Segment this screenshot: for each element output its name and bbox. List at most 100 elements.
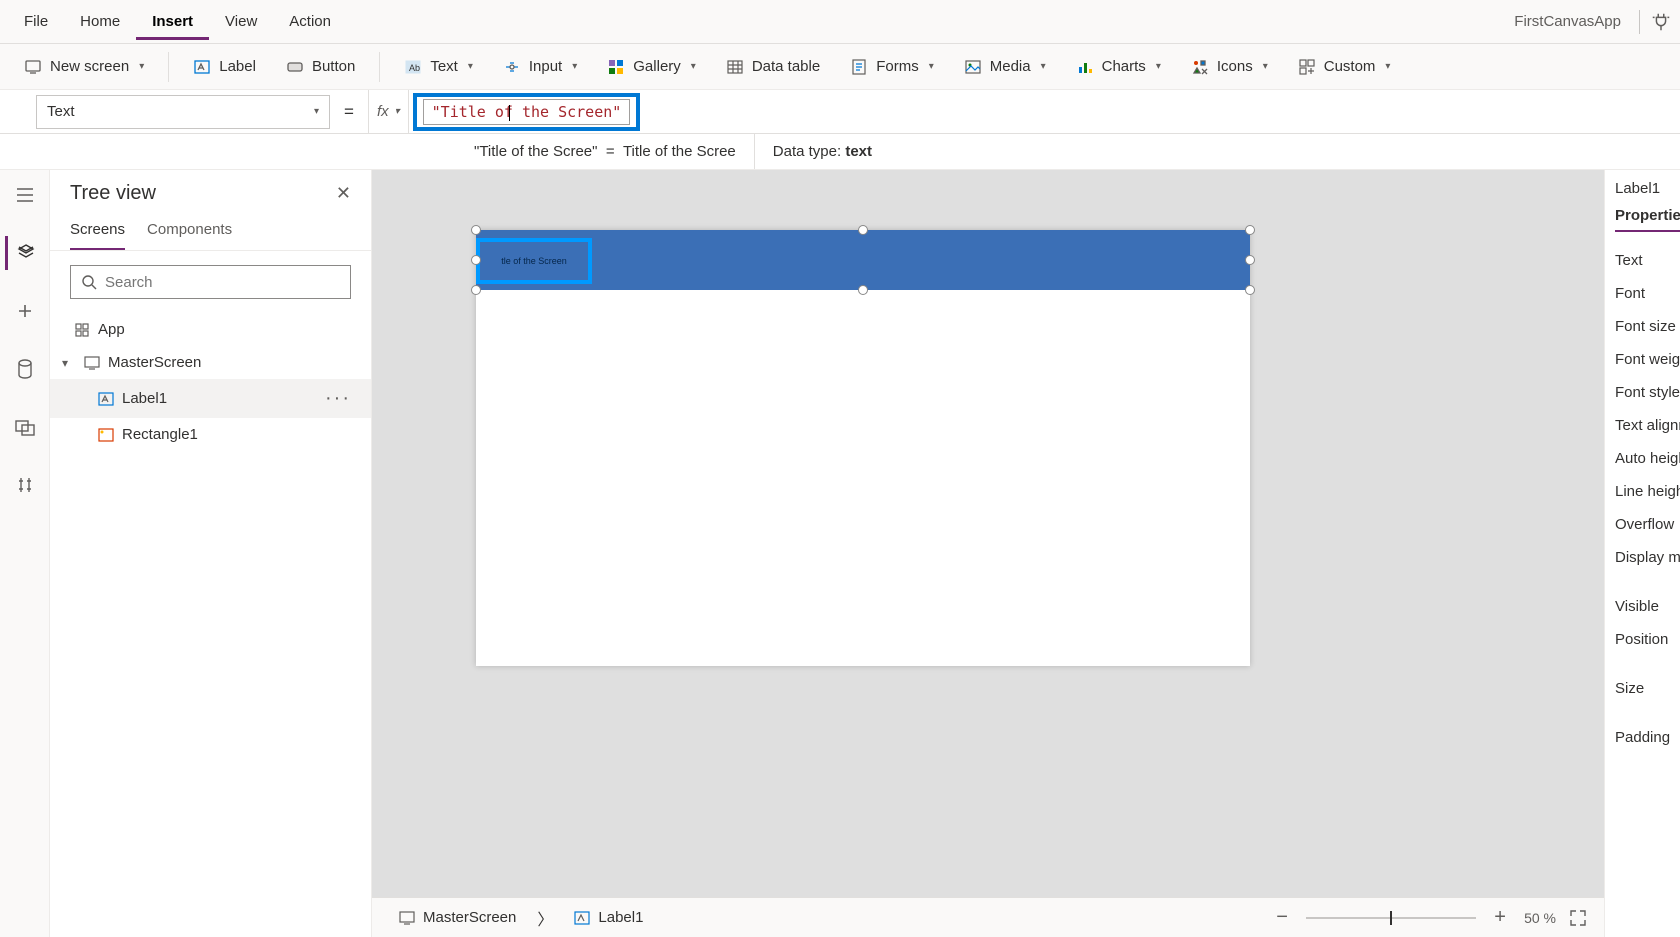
forms-dropdown[interactable]: Forms ▾ bbox=[838, 52, 946, 82]
left-rail bbox=[0, 170, 50, 937]
breadcrumb-screen[interactable]: MasterScreen bbox=[388, 904, 527, 931]
prop-row[interactable]: Font style bbox=[1615, 376, 1680, 409]
resize-handle[interactable] bbox=[1245, 285, 1255, 295]
zoom-in-button[interactable]: + bbox=[1488, 906, 1512, 930]
fx-button[interactable]: fx ▾ bbox=[368, 90, 409, 133]
text-dropdown[interactable]: Ab Text ▾ bbox=[392, 52, 485, 82]
prop-row[interactable]: Display mo bbox=[1615, 541, 1680, 574]
prop-row[interactable]: Size bbox=[1615, 672, 1680, 705]
prop-row[interactable]: Text bbox=[1615, 244, 1680, 277]
tree-item-masterscreen[interactable]: ▾ MasterScreen bbox=[50, 346, 371, 379]
property-selector[interactable]: Text ▾ bbox=[36, 95, 330, 129]
menu-view[interactable]: View bbox=[209, 3, 273, 40]
properties-tab[interactable]: Properties bbox=[1615, 207, 1680, 232]
media-dropdown[interactable]: Media ▾ bbox=[952, 52, 1058, 82]
equals-sign: = bbox=[330, 102, 368, 122]
resize-handle[interactable] bbox=[1245, 225, 1255, 235]
data-table-icon bbox=[726, 58, 744, 76]
search-icon bbox=[81, 274, 97, 290]
resize-handle[interactable] bbox=[471, 225, 481, 235]
advanced-tools-tab[interactable] bbox=[5, 468, 45, 502]
tree-search[interactable] bbox=[70, 265, 351, 299]
resize-handle[interactable] bbox=[471, 255, 481, 265]
app-title: FirstCanvasApp bbox=[1514, 13, 1639, 30]
prop-row[interactable]: Position bbox=[1615, 623, 1680, 656]
prop-row[interactable]: Text alignm bbox=[1615, 409, 1680, 442]
formula-bar: Text ▾ = fx ▾ "Title of the Screen" bbox=[0, 90, 1680, 134]
hamburger-icon[interactable] bbox=[5, 178, 45, 212]
media-tab[interactable] bbox=[5, 410, 45, 444]
tree-view-tab[interactable] bbox=[5, 236, 45, 270]
prop-row[interactable]: Line height bbox=[1615, 475, 1680, 508]
tree-item-label1[interactable]: Label1 ··· bbox=[50, 379, 371, 418]
chevron-down-icon: ▾ bbox=[1041, 61, 1046, 72]
breadcrumb-control[interactable]: Label1 bbox=[563, 904, 654, 931]
tree-list: App ▾ MasterScreen Label1 ··· Rectangle1 bbox=[50, 313, 371, 937]
menu-action[interactable]: Action bbox=[273, 3, 347, 40]
canvas-area[interactable]: tle of the Screen MasterScreen 〉 Label1 bbox=[372, 170, 1604, 937]
menu-home[interactable]: Home bbox=[64, 3, 136, 40]
data-table-button[interactable]: Data table bbox=[714, 52, 832, 82]
resize-handle[interactable] bbox=[471, 285, 481, 295]
resize-handle[interactable] bbox=[858, 225, 868, 235]
tree-search-input[interactable] bbox=[105, 274, 340, 291]
tab-screens[interactable]: Screens bbox=[70, 221, 125, 250]
custom-dropdown[interactable]: Custom ▾ bbox=[1286, 52, 1403, 82]
screen-canvas[interactable]: tle of the Screen bbox=[476, 230, 1250, 666]
ribbon: New screen ▾ Label Button Ab Text ▾ Inpu… bbox=[0, 44, 1680, 90]
icons-dropdown[interactable]: Icons ▾ bbox=[1179, 52, 1280, 82]
new-screen-button[interactable]: New screen ▾ bbox=[12, 52, 156, 82]
label-btn-text: Label bbox=[219, 58, 256, 75]
zoom-slider[interactable] bbox=[1306, 917, 1476, 919]
prop-row[interactable]: Padding bbox=[1615, 721, 1680, 754]
insert-pane-tab[interactable] bbox=[5, 294, 45, 328]
prop-row[interactable]: Overflow bbox=[1615, 508, 1680, 541]
button-button[interactable]: Button bbox=[274, 52, 367, 82]
tab-components[interactable]: Components bbox=[147, 221, 232, 250]
more-options-icon[interactable]: ··· bbox=[325, 387, 357, 410]
breadcrumb-control-label: Label1 bbox=[598, 909, 643, 926]
icons-icon bbox=[1191, 58, 1209, 76]
zoom-thumb[interactable] bbox=[1390, 911, 1392, 925]
selected-control-name: Label1 bbox=[1615, 180, 1680, 197]
formula-result-expr: "Title of the Scree" = Title of the Scre… bbox=[456, 134, 755, 169]
text-icon: Ab bbox=[404, 58, 422, 76]
charts-dropdown[interactable]: Charts ▾ bbox=[1064, 52, 1173, 82]
property-selector-value: Text bbox=[47, 103, 75, 120]
fit-to-screen-icon[interactable] bbox=[1568, 908, 1588, 928]
label-button[interactable]: Label bbox=[181, 52, 268, 82]
chevron-down-icon: ▾ bbox=[314, 106, 319, 117]
tree-view-title: Tree view bbox=[70, 182, 156, 205]
forms-icon bbox=[850, 58, 868, 76]
custom-icon bbox=[1298, 58, 1316, 76]
status-footer: MasterScreen 〉 Label1 − + 50 % bbox=[372, 897, 1604, 937]
prop-row[interactable]: Visible bbox=[1615, 590, 1680, 623]
caret-down-icon: ▾ bbox=[62, 356, 76, 370]
prop-row[interactable]: Font size bbox=[1615, 310, 1680, 343]
gallery-dropdown[interactable]: Gallery ▾ bbox=[595, 52, 708, 82]
prop-row[interactable]: Font bbox=[1615, 277, 1680, 310]
chevron-down-icon: ▾ bbox=[139, 61, 144, 72]
resize-handle[interactable] bbox=[1245, 255, 1255, 265]
prop-row[interactable]: Font weight bbox=[1615, 343, 1680, 376]
zoom-controls: − + 50 % bbox=[1270, 906, 1588, 930]
formula-input[interactable]: "Title of the Screen" bbox=[423, 99, 631, 125]
tree-item-rectangle1[interactable]: Rectangle1 bbox=[50, 418, 371, 451]
app-checker-icon[interactable] bbox=[1650, 11, 1672, 33]
prop-row[interactable]: Auto height bbox=[1615, 442, 1680, 475]
menu-file[interactable]: File bbox=[8, 3, 64, 40]
prop-row bbox=[1615, 705, 1680, 721]
zoom-percent: 50 % bbox=[1524, 910, 1556, 926]
screen-icon bbox=[84, 356, 100, 370]
zoom-out-button[interactable]: − bbox=[1270, 906, 1294, 930]
tree-item-label: Rectangle1 bbox=[122, 426, 198, 443]
tree-item-app[interactable]: App bbox=[50, 313, 371, 346]
input-dropdown[interactable]: Input ▾ bbox=[491, 52, 589, 82]
menu-insert[interactable]: Insert bbox=[136, 3, 209, 40]
close-icon[interactable]: ✕ bbox=[336, 183, 351, 204]
data-tab[interactable] bbox=[5, 352, 45, 386]
input-label: Input bbox=[529, 58, 562, 75]
resize-handle[interactable] bbox=[858, 285, 868, 295]
tree-item-label: Label1 bbox=[122, 390, 167, 407]
properties-panel: Label1 Properties Text Font Font size Fo… bbox=[1604, 170, 1680, 937]
